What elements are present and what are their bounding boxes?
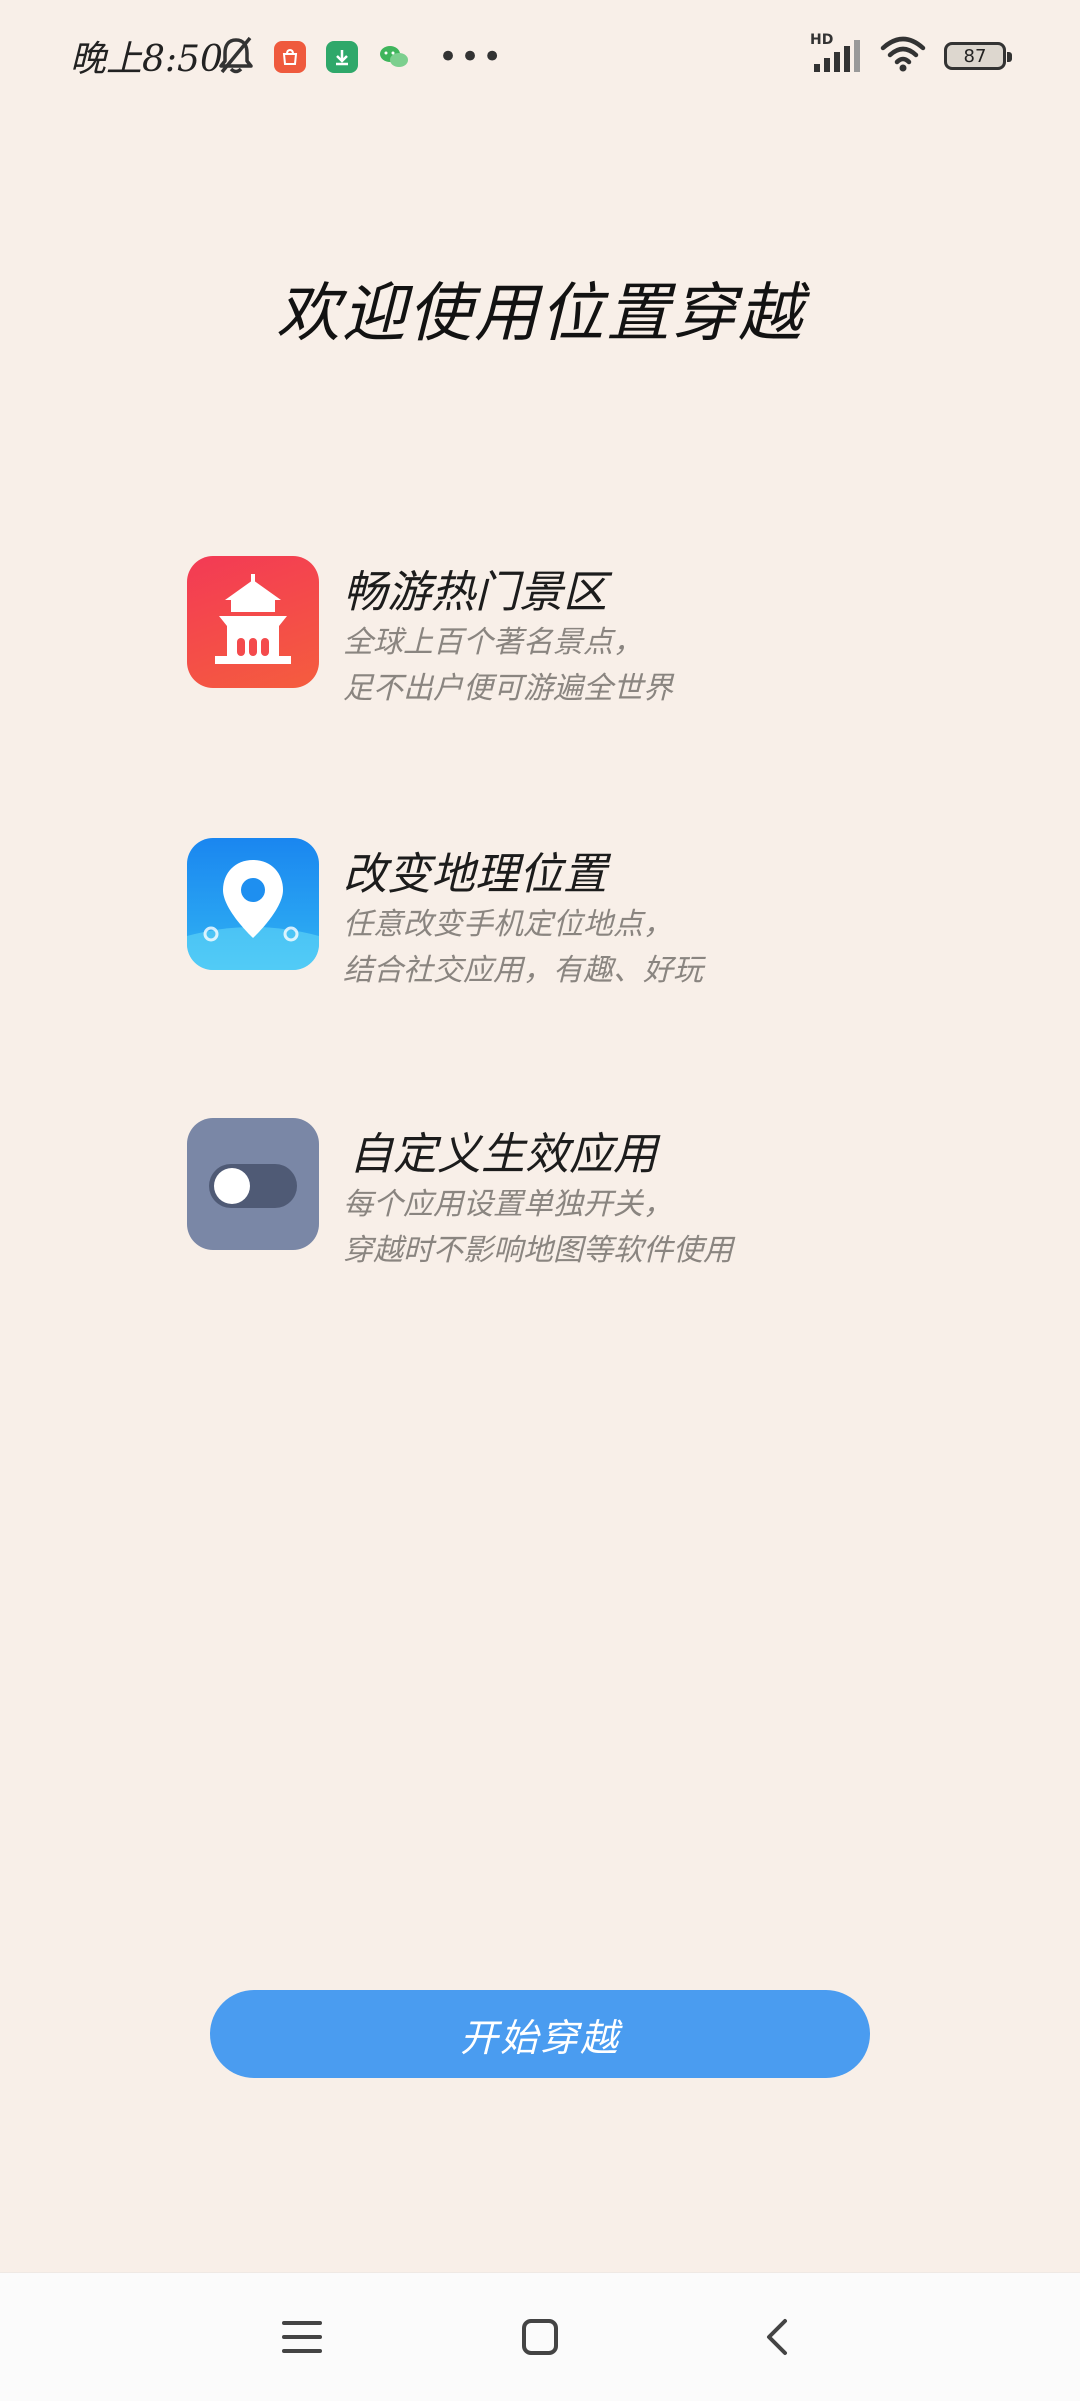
status-time: 晚上8:50 [70, 39, 223, 80]
battery-level: 87 [963, 45, 987, 67]
status-icons-right: HD 87 [810, 32, 1012, 76]
feature-description: 任意改变手机定位地点， 结合社交应用，有趣、好玩 [343, 902, 703, 994]
status-bar: 晚上8:50 ••• HD 87 [0, 0, 1080, 120]
location-pin-icon [187, 838, 319, 970]
feature-desc-line: 任意改变手机定位地点， [343, 907, 673, 942]
feature-description: 每个应用设置单独开关， 穿越时不影响地图等软件使用 [343, 1182, 733, 1274]
download-app-icon [326, 41, 358, 73]
toggle-switch-icon [187, 1118, 319, 1250]
battery-icon: 87 [944, 42, 1012, 70]
wifi-icon [880, 36, 926, 76]
feature-item-scenic: 畅游热门景区 全球上百个著名景点， 足不出户便可游遍全世界 [187, 556, 1007, 746]
feature-description: 全球上百个著名景点， 足不出户便可游遍全世界 [343, 620, 673, 712]
feature-item-custom-apps: 自定义生效应用 每个应用设置单独开关， 穿越时不影响地图等软件使用 [187, 1118, 1007, 1308]
more-dots-icon: ••• [438, 37, 505, 77]
feature-desc-line: 足不出户便可游遍全世界 [343, 671, 673, 706]
feature-item-location: 改变地理位置 任意改变手机定位地点， 结合社交应用，有趣、好玩 [187, 838, 1007, 1028]
feature-title: 畅游热门景区 [343, 567, 607, 618]
back-icon[interactable] [754, 2313, 802, 2361]
feature-desc-line: 结合社交应用，有趣、好玩 [343, 953, 703, 988]
status-icons-left: ••• [218, 36, 504, 78]
wechat-app-icon [378, 41, 410, 73]
feature-desc-line: 全球上百个著名景点， [343, 625, 643, 660]
feature-desc-line: 每个应用设置单独开关， [343, 1187, 673, 1222]
pagoda-icon [187, 556, 319, 688]
start-button[interactable]: 开始穿越 [210, 1990, 870, 2078]
navigation-bar [0, 2272, 1080, 2401]
signal-icon: HD [810, 32, 862, 74]
page-title: 欢迎使用位置穿越 [276, 277, 804, 351]
feature-title: 改变地理位置 [343, 849, 607, 900]
feature-desc-line: 穿越时不影响地图等软件使用 [343, 1233, 733, 1268]
feature-title: 自定义生效应用 [349, 1129, 657, 1180]
shop-app-icon [274, 41, 306, 73]
bell-muted-icon [218, 36, 254, 78]
home-icon[interactable] [516, 2313, 564, 2361]
menu-icon[interactable] [278, 2313, 326, 2361]
